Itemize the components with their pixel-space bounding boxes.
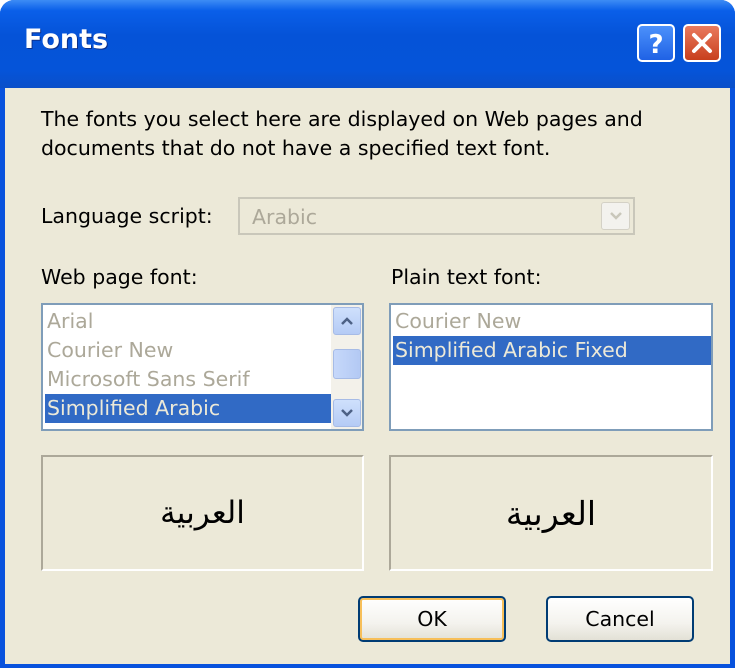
cancel-button[interactable]: Cancel [546,596,694,642]
list-item[interactable]: Courier New [393,307,711,336]
plain-font-preview: العربية [389,455,713,571]
dialog-body: The fonts you select here are displayed … [5,88,730,664]
web-font-preview: العربية [41,455,364,571]
chevron-down-icon [609,212,622,220]
ok-button[interactable]: OK [358,596,506,642]
web-page-font-label: Web page font: [41,265,198,289]
vertical-scrollbar[interactable] [331,305,362,429]
scroll-up-button[interactable] [333,307,361,335]
list-item-selected[interactable]: Simplified Arabic Fixed [393,336,711,365]
svg-text:?: ? [648,30,663,58]
chevron-up-icon [341,317,353,325]
title-bar[interactable]: Fonts ? [0,0,735,88]
plain-font-preview-text: العربية [505,493,597,533]
list-item-selected[interactable]: Simplified Arabic [45,394,332,423]
list-item[interactable]: Microsoft Sans Serif [45,365,332,394]
language-script-label: Language script: [41,204,213,228]
plain-text-font-label: Plain text font: [391,265,542,289]
web-font-preview-text: العربية [160,495,245,531]
language-script-value: Arabic [252,205,317,229]
question-mark-icon: ? [648,30,663,58]
close-x-icon [692,33,712,53]
plain-text-font-list[interactable]: Courier New Simplified Arabic Fixed [389,303,713,431]
dialog-title: Fonts [24,24,109,55]
description-text: The fonts you select here are displayed … [41,107,643,160]
fonts-dialog: Fonts ? The fonts you select here are di… [0,0,735,668]
list-item[interactable]: Courier New [45,336,332,365]
chevron-down-icon [341,409,353,417]
help-button[interactable]: ? [637,24,675,62]
list-item[interactable]: Arial [45,307,332,336]
close-button[interactable] [683,24,721,62]
dropdown-button[interactable] [601,202,630,230]
scroll-down-button[interactable] [333,399,361,427]
language-script-select[interactable]: Arabic [238,197,635,235]
scroll-thumb[interactable] [333,349,361,379]
web-page-font-list[interactable]: Arial Courier New Microsoft Sans Serif S… [41,303,364,431]
